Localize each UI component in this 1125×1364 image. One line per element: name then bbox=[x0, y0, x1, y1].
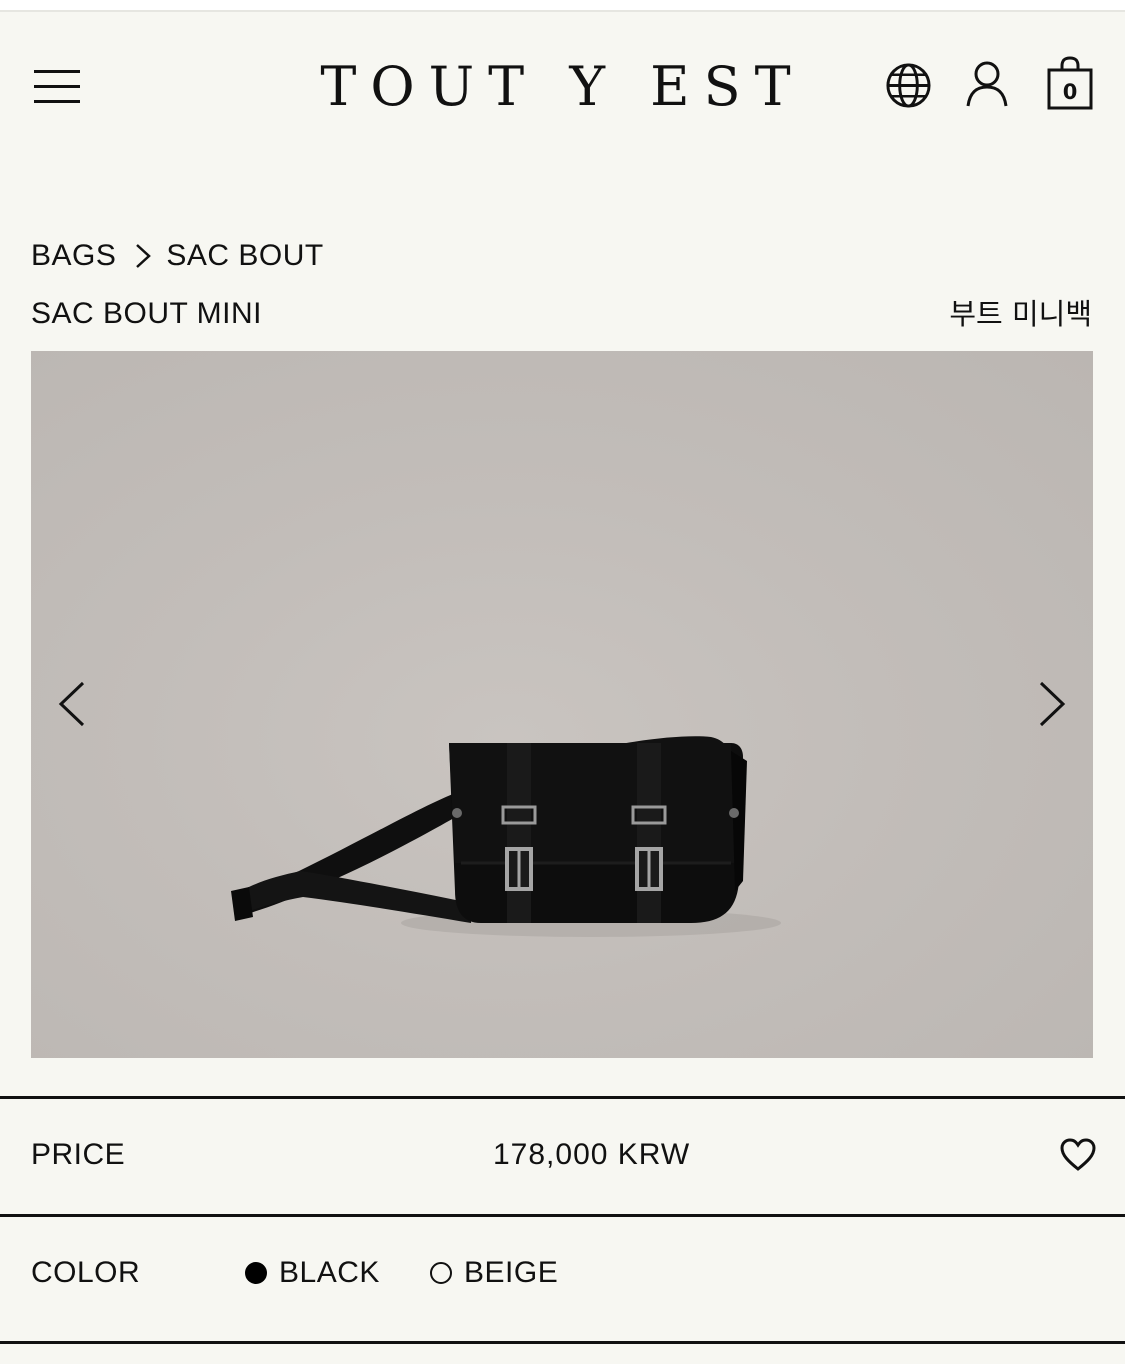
color-option-label: BLACK bbox=[279, 1256, 380, 1289]
divider bbox=[0, 1096, 1125, 1099]
price-value: 178,000 KRW bbox=[493, 1138, 691, 1171]
globe-icon[interactable] bbox=[885, 62, 932, 109]
color-label: COLOR bbox=[31, 1256, 141, 1289]
chevron-left-icon[interactable] bbox=[53, 681, 93, 727]
price-label: PRICE bbox=[31, 1138, 126, 1171]
breadcrumb: BAGS SAC BOUT bbox=[31, 236, 324, 276]
color-option-label: BEIGE bbox=[464, 1256, 559, 1289]
color-option-black[interactable]: BLACK bbox=[245, 1253, 380, 1293]
top-edge bbox=[0, 0, 1125, 12]
product-title-korean: 부트 미니백 bbox=[949, 297, 1092, 331]
user-icon[interactable] bbox=[965, 60, 1009, 108]
heart-icon[interactable] bbox=[1060, 1138, 1096, 1172]
cart-count-badge: 0 bbox=[1062, 80, 1078, 104]
color-option-beige[interactable]: BEIGE bbox=[430, 1253, 558, 1293]
breadcrumb-sac-bout[interactable]: SAC BOUT bbox=[166, 239, 323, 273]
menu-icon[interactable] bbox=[34, 70, 80, 104]
divider bbox=[0, 1214, 1125, 1217]
product-title: SAC BOUT MINI bbox=[31, 297, 262, 330]
radio-unselected-icon bbox=[430, 1262, 452, 1284]
breadcrumb-bags[interactable]: BAGS bbox=[31, 239, 116, 273]
product-image-carousel[interactable] bbox=[31, 351, 1093, 1058]
chevron-right-icon[interactable] bbox=[1031, 681, 1071, 727]
site-header: TOUT Y EST 0 bbox=[0, 12, 1125, 162]
radio-selected-icon bbox=[245, 1262, 267, 1284]
product-photo bbox=[231, 736, 781, 937]
divider bbox=[0, 1341, 1125, 1344]
chevron-right-icon bbox=[136, 244, 152, 268]
brand-logo[interactable]: TOUT Y EST bbox=[280, 52, 845, 122]
